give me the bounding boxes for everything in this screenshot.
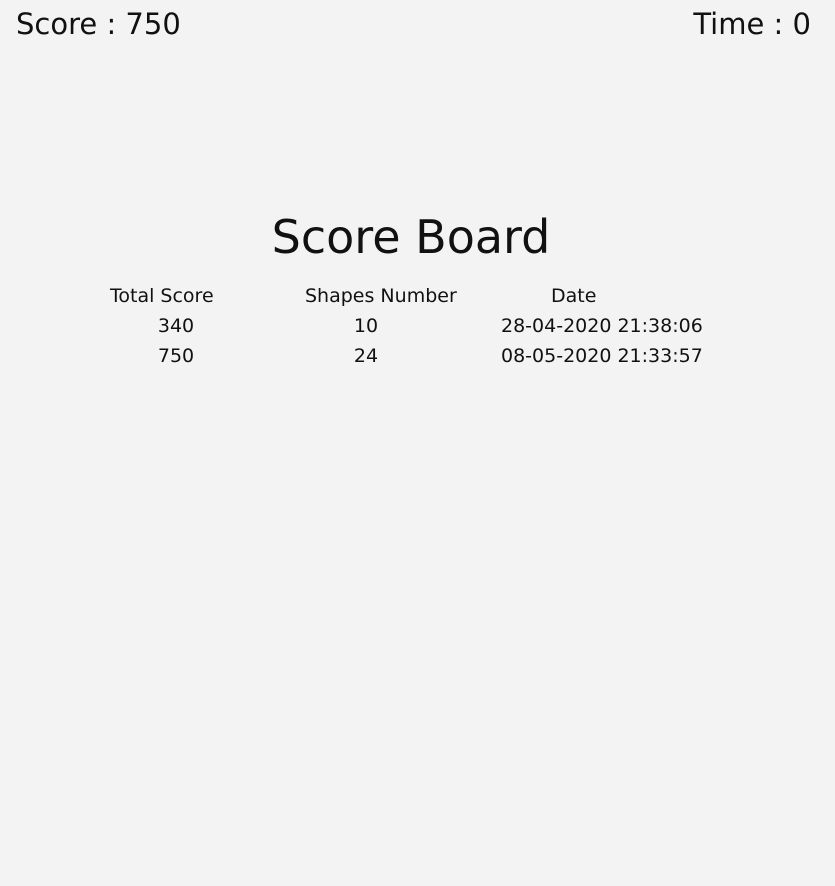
column-header-shapes-number: Shapes Number xyxy=(305,285,457,307)
shapes-number-cell: 24 xyxy=(353,345,379,367)
scoreboard-header-row: Total Score Shapes Number Date xyxy=(0,282,835,312)
time-display: Time : 0 xyxy=(693,7,811,41)
date-cell: 08-05-2020 21:33:57 xyxy=(501,345,703,367)
table-row: 340 10 28-04-2020 21:38:06 xyxy=(0,312,835,342)
date-cell: 28-04-2020 21:38:06 xyxy=(501,315,703,337)
table-row: 750 24 08-05-2020 21:33:57 xyxy=(0,342,835,372)
scoreboard-table: Total Score Shapes Number Date 340 10 28… xyxy=(0,282,835,372)
scoreboard-title: Score Board xyxy=(271,210,551,264)
shapes-number-cell: 10 xyxy=(353,315,379,337)
column-header-date: Date xyxy=(551,285,597,307)
total-score-cell: 340 xyxy=(157,315,195,337)
column-header-total-score: Total Score xyxy=(110,285,214,307)
score-display: Score : 750 xyxy=(16,7,181,41)
total-score-cell: 750 xyxy=(157,345,195,367)
